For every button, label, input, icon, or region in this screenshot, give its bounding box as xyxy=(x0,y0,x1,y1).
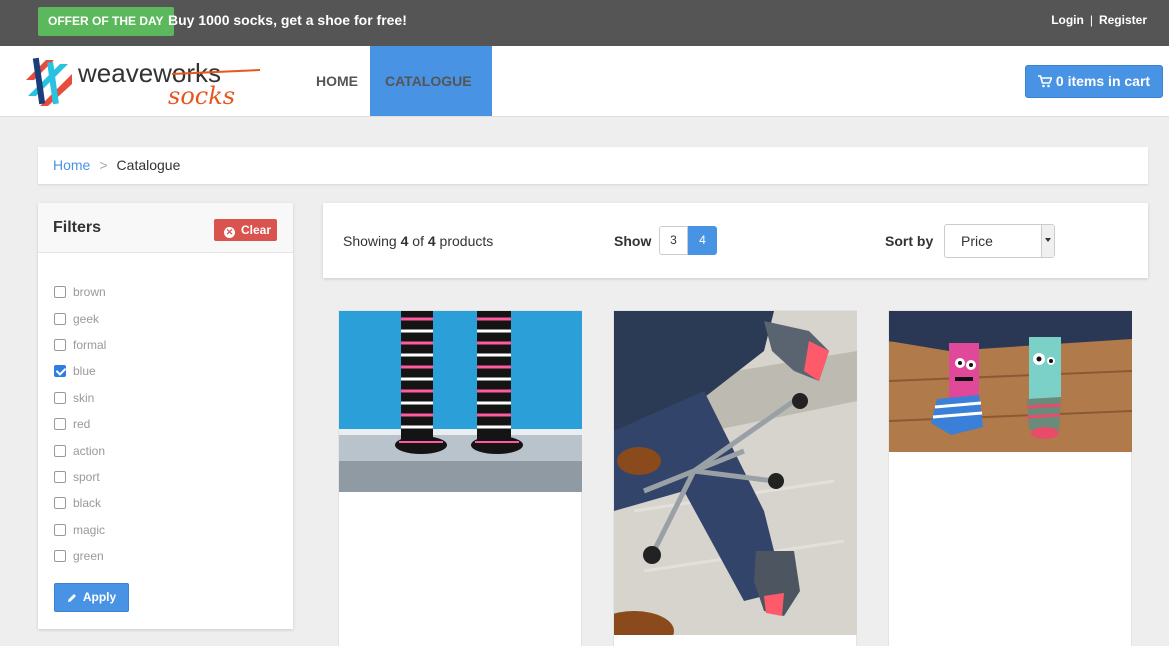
offer-text: Buy 1000 socks, get a shoe for free! xyxy=(168,12,407,28)
filter-option-geek[interactable]: geek xyxy=(54,305,106,331)
filter-label: green xyxy=(73,549,104,564)
showing-suffix: products xyxy=(439,233,494,249)
filter-option-skin[interactable]: skin xyxy=(54,385,106,411)
apply-label: Apply xyxy=(82,590,117,604)
auth-separator: | xyxy=(1089,13,1093,27)
filter-option-brown[interactable]: brown xyxy=(54,279,106,305)
filter-checkbox[interactable] xyxy=(54,365,66,378)
filter-checkbox[interactable] xyxy=(54,470,66,483)
clear-filters-button[interactable]: ✕ Clear xyxy=(214,219,277,241)
show-3-button[interactable]: 3 xyxy=(659,226,688,255)
product-image-monster-socks[interactable] xyxy=(889,311,1132,452)
filter-label: geek xyxy=(73,311,100,326)
show-4-button[interactable]: 4 xyxy=(688,226,717,255)
filter-label: skin xyxy=(73,390,95,405)
sort-select[interactable]: Price xyxy=(944,224,1055,258)
filter-label: formal xyxy=(73,337,107,352)
cart-icon xyxy=(1037,75,1053,88)
filter-option-formal[interactable]: formal xyxy=(54,332,106,358)
top-bar: OFFER OF THE DAY Buy 1000 socks, get a s… xyxy=(0,0,1169,46)
nav-catalogue-label: CATALOGUE xyxy=(385,73,472,89)
cart-button[interactable]: 0 items in cart xyxy=(1025,65,1163,98)
show-label: Show xyxy=(614,233,652,249)
showing-count: 4 xyxy=(400,233,409,249)
showing-total: 4 xyxy=(427,233,436,249)
filter-label: action xyxy=(73,443,106,458)
nav-catalogue-dropdown[interactable]: CATALOGUE xyxy=(370,46,492,155)
filter-checkbox[interactable] xyxy=(54,497,66,510)
filter-label: brown xyxy=(73,285,106,300)
filter-label: blue xyxy=(73,364,96,379)
offer-badge: OFFER OF THE DAY xyxy=(38,7,174,36)
filter-checkbox[interactable] xyxy=(54,550,66,563)
weaveworks-socks-logo[interactable]: weaveworks socks xyxy=(22,54,262,110)
apply-filters-button[interactable]: Apply xyxy=(54,583,129,612)
filter-tag-list: brown geek formal blue skin red action sport bla… xyxy=(54,279,106,569)
filter-option-action[interactable]: action xyxy=(54,437,106,463)
clear-circle-icon: ✕ xyxy=(224,227,235,238)
product-image-office-chair-socks[interactable] xyxy=(614,311,857,635)
filter-label: red xyxy=(73,417,91,432)
product-card[interactable] xyxy=(888,310,1132,646)
product-count-text: Showing 4 of 4 products xyxy=(343,233,493,249)
login-link[interactable]: Login xyxy=(1051,13,1084,27)
breadcrumb: Home > Catalogue xyxy=(38,147,1148,184)
product-image-striped-socks[interactable] xyxy=(339,311,582,492)
register-link[interactable]: Register xyxy=(1099,13,1147,27)
filter-option-sport[interactable]: sport xyxy=(54,464,106,490)
logo-text-bottom: socks xyxy=(168,82,235,110)
filter-checkbox[interactable] xyxy=(54,338,66,351)
breadcrumb-home-link[interactable]: Home xyxy=(53,157,90,173)
filter-label: sport xyxy=(73,469,100,484)
nav-home[interactable]: HOME xyxy=(301,46,373,116)
filter-checkbox[interactable] xyxy=(54,286,66,299)
sort-label: Sort by xyxy=(885,233,934,249)
filter-checkbox[interactable] xyxy=(54,312,66,325)
filter-checkbox[interactable] xyxy=(54,523,66,536)
logo-mark-icon xyxy=(26,57,72,106)
filter-checkbox[interactable] xyxy=(54,444,66,457)
auth-links: Login | Register xyxy=(1051,13,1147,27)
showing-prefix: Showing xyxy=(343,233,397,249)
breadcrumb-separator: > xyxy=(99,157,108,173)
select-arrow-icon xyxy=(1041,225,1054,257)
product-card[interactable] xyxy=(338,310,582,646)
filters-title: Filters xyxy=(53,219,102,236)
filter-option-red[interactable]: red xyxy=(54,411,106,437)
filters-header: Filters ✕ Clear xyxy=(38,203,293,253)
filter-label: black xyxy=(73,496,102,511)
pencil-icon xyxy=(67,594,76,602)
product-card[interactable] xyxy=(613,310,857,646)
filter-checkbox[interactable] xyxy=(54,391,66,404)
clear-label: Clear xyxy=(241,223,272,237)
main-navbar: weaveworks socks HOME CATALOGUE 0 items … xyxy=(0,46,1169,155)
filter-option-magic[interactable]: magic xyxy=(54,517,106,543)
breadcrumb-current: Catalogue xyxy=(116,157,181,173)
filter-option-black[interactable]: black xyxy=(54,490,106,516)
filter-checkbox[interactable] xyxy=(54,418,66,431)
cart-label: 0 items in cart xyxy=(1055,73,1151,89)
filters-panel: Filters ✕ Clear brown geek formal blue skin re… xyxy=(38,203,293,629)
filter-label: magic xyxy=(73,522,106,537)
filter-option-blue[interactable]: blue xyxy=(54,358,106,384)
filter-option-green[interactable]: green xyxy=(54,543,106,569)
showing-of: of xyxy=(412,233,424,249)
sort-value: Price xyxy=(961,233,993,249)
products-toolbar: Showing 4 of 4 products Show 3 4 Sort by… xyxy=(323,203,1148,278)
